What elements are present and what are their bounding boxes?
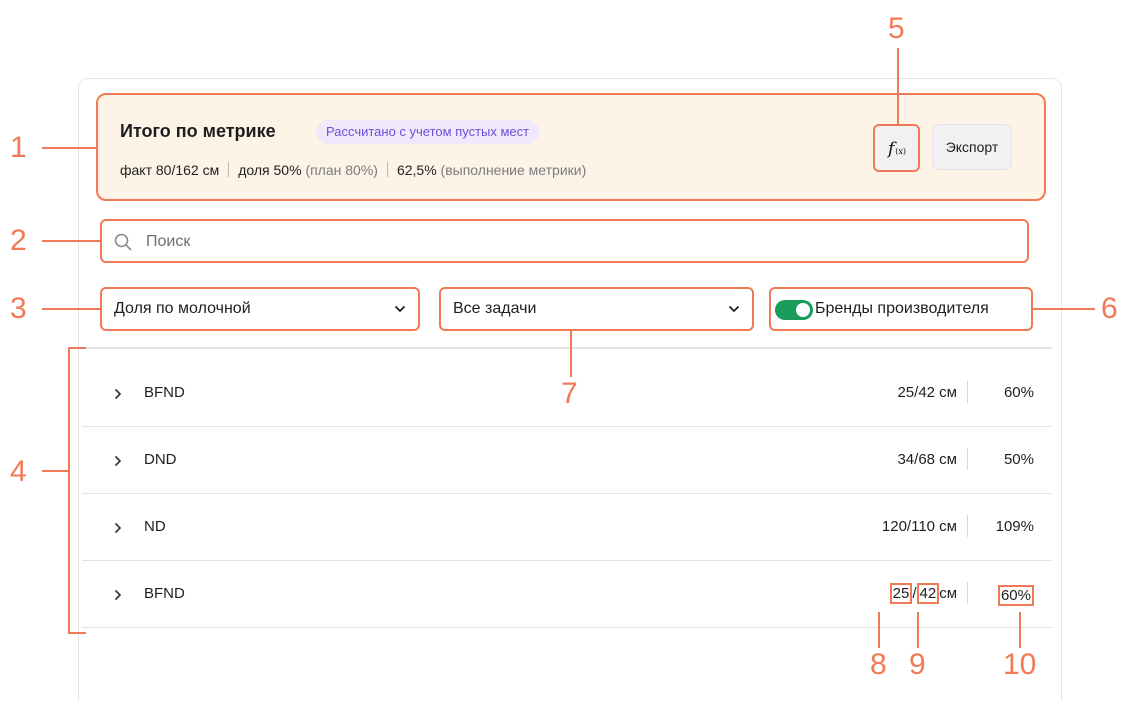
divider [228,162,230,177]
annotation-10: 10 [1003,648,1037,681]
annotation-8: 8 [870,648,887,681]
row-percent: 60% [1003,384,1034,401]
annotation-line-2 [42,240,100,242]
annotation-line-3 [42,308,100,310]
divider [386,162,388,177]
table-row[interactable]: BFND 25/42 см 60% [82,562,1052,628]
brands-toggle-switch[interactable] [775,300,813,320]
brands-toggle-control: Бренды производителя [769,287,1033,331]
row-value-separator: / [912,585,917,602]
task-select[interactable]: Все задачи [439,287,754,331]
summary-share: доля 50% [238,162,302,178]
summary-plan: (план 80%) [305,162,378,178]
chevron-right-icon[interactable] [112,589,124,601]
row-percent: 60% [997,585,1034,606]
row-value-plan: 42 [916,583,940,604]
search-icon [114,233,132,251]
chevron-down-icon [729,306,739,312]
metric-select[interactable]: Доля по молочной [100,287,420,331]
annotation-2: 2 [10,224,27,257]
summary-title: Итого по метрике [120,121,276,141]
row-value: 25/42 см [889,583,957,604]
search-input[interactable] [146,229,1006,255]
divider [967,381,968,403]
summary-completion: 62,5% [396,162,437,178]
annotation-6: 6 [1101,292,1118,325]
row-name: BFND [144,384,185,401]
annotation-7: 7 [561,377,578,410]
search-box [100,219,1029,263]
annotation-bracket-4-top [68,347,86,349]
row-value-unit: см [939,585,957,602]
row-value: 25/42 см [897,384,957,401]
summary-badge: Рассчитано с учетом пустых мест [316,120,540,144]
chevron-right-icon[interactable] [112,455,124,467]
annotation-line-8 [878,612,880,648]
summary-stats: факт 80/162 см доля 50% (план 80%) 62,5% (… [120,162,586,178]
divider [967,582,968,604]
metric-select-value: Доля по молочной [114,300,251,317]
chevron-right-icon[interactable] [112,522,124,534]
chevron-right-icon[interactable] [112,388,124,400]
annotation-line-5 [897,48,899,124]
table-row[interactable]: DND 34/68 см 50% [82,428,1052,494]
annotation-line-4 [42,470,70,472]
annotation-4: 4 [10,455,27,488]
annotation-line-6 [1033,308,1095,310]
row-value: 120/110 см [881,518,957,535]
brands-toggle-label: Бренды производителя [815,300,989,317]
annotation-3: 3 [10,292,27,325]
annotation-line-1 [42,147,96,149]
annotation-line-9 [917,612,919,648]
row-percent: 109% [995,518,1034,535]
export-button[interactable]: Экспорт [932,124,1012,170]
divider [967,448,968,470]
annotation-5: 5 [888,12,905,45]
row-name: ND [144,518,166,535]
row-percent: 50% [1003,451,1034,468]
annotation-1: 1 [10,131,27,164]
task-select-value: Все задачи [453,300,537,317]
table-row[interactable]: ND 120/110 см 109% [82,495,1052,561]
annotation-bracket-4 [68,347,70,634]
divider [967,515,968,537]
summary-fact: факт 80/162 см [120,162,220,178]
row-name: DND [144,451,177,468]
annotation-9: 9 [909,648,926,681]
annotation-line-10 [1019,612,1021,648]
row-value: 34/68 см [897,451,957,468]
summary-completion-label: (выполнение метрики) [440,162,587,178]
row-value-fact: 25 [889,583,913,604]
row-name: BFND [144,585,185,602]
list-divider [82,347,1052,349]
highlight-formula-button [873,124,920,172]
chevron-down-icon [395,306,405,312]
annotation-bracket-4-bottom [68,632,86,634]
annotation-line-7 [570,331,572,377]
